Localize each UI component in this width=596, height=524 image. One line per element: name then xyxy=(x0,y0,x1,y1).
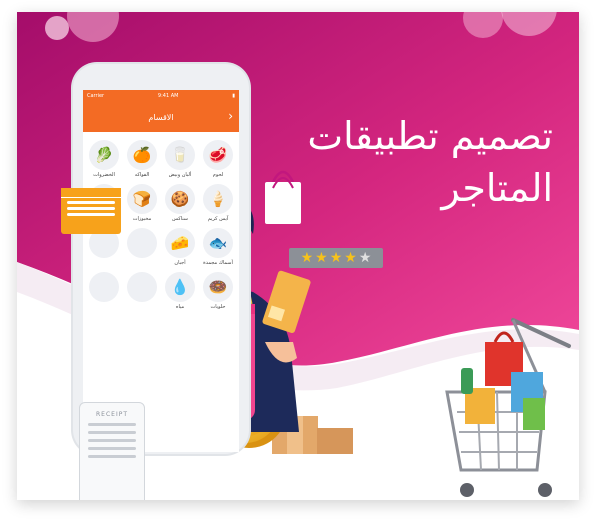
category-label: الفواكه xyxy=(134,172,150,178)
category-item[interactable]: 💧 مياه xyxy=(162,272,198,310)
category-item[interactable]: 🍦 آيس كريم xyxy=(200,184,236,222)
star-icon: ★ xyxy=(344,250,357,266)
category-label: لحوم xyxy=(212,172,224,178)
category-label: أسماك مجمدة xyxy=(203,260,233,266)
ad-card xyxy=(61,188,121,234)
category-item[interactable]: 🍪 سناكس xyxy=(162,184,198,222)
ice-cream-icon: 🍦 xyxy=(203,184,233,214)
category-label: مخبوزات xyxy=(132,216,152,222)
screen-title: الاقسام xyxy=(148,112,174,122)
carrier-label: Carrier xyxy=(87,93,105,99)
fish-icon: 🐟 xyxy=(203,228,233,258)
category-item[interactable]: 🐟 أسماك مجمدة xyxy=(200,228,236,266)
category-label: سناكس xyxy=(172,216,188,222)
fruits-icon: 🍊 xyxy=(127,140,157,170)
blank-icon xyxy=(89,272,119,302)
star-icon: ★ xyxy=(300,250,314,266)
category-item[interactable]: 🍩 حلويات xyxy=(200,272,236,310)
chevron-right-icon[interactable]: › xyxy=(228,109,233,123)
receipt-title: RECEIPT xyxy=(96,411,128,418)
headline-line-1: تصميم تطبيقات xyxy=(307,114,553,158)
meat-icon: 🥩 xyxy=(203,140,233,170)
vegetables-icon: 🥬 xyxy=(89,140,119,170)
headline: تصميم تطبيقات المتاجر xyxy=(253,110,553,214)
promo-card: $ xyxy=(17,12,579,500)
receipt-icon: RECEIPT xyxy=(79,402,145,500)
category-item[interactable]: 🥬 الخضروات xyxy=(86,140,122,178)
snacks-icon: 🍪 xyxy=(165,184,195,214)
phone-screen: Carrier 9:41 AM ▮ الاقسام › 🥩 لحوم 🥛 ألبان … xyxy=(83,90,239,452)
time-label: 9:41 AM xyxy=(157,93,179,99)
bubble xyxy=(45,16,69,40)
dairy-icon: 🥛 xyxy=(165,140,195,170)
category-item[interactable]: 🥩 لحوم xyxy=(200,140,236,178)
category-item[interactable]: 🍞 مخبوزات xyxy=(124,184,160,222)
bread-icon: 🍞 xyxy=(127,184,157,214)
rating-stars: ★ ★ ★ ★ ★ xyxy=(289,248,383,268)
category-label: الخضروات xyxy=(93,172,115,178)
category-item[interactable] xyxy=(124,272,160,310)
star-icon: ★ xyxy=(358,250,372,266)
category-item[interactable] xyxy=(86,272,122,310)
donut-icon: 🍩 xyxy=(203,272,233,302)
headline-line-2: المتاجر xyxy=(441,166,553,210)
app-bar: الاقسام › xyxy=(83,102,239,132)
blank-icon xyxy=(127,272,157,302)
category-label: حلويات xyxy=(210,304,226,310)
category-item[interactable]: 🧀 أجبان xyxy=(162,228,198,266)
blank-icon xyxy=(127,228,157,258)
phone-mockup: Carrier 9:41 AM ▮ الاقسام › 🥩 لحوم 🥛 ألبان … xyxy=(73,64,249,454)
category-item[interactable]: 🥛 ألبان وبيض xyxy=(162,140,198,178)
status-bar: Carrier 9:41 AM ▮ xyxy=(83,90,239,102)
star-icon: ★ xyxy=(329,250,343,266)
category-label: مياه xyxy=(175,304,185,310)
category-label: آيس كريم xyxy=(207,216,229,222)
category-label: ألبان وبيض xyxy=(168,172,192,178)
category-item[interactable]: 🍊 الفواكه xyxy=(124,140,160,178)
battery-icon: ▮ xyxy=(232,93,235,99)
category-label: أجبان xyxy=(174,260,186,266)
cheese-icon: 🧀 xyxy=(165,228,195,258)
category-item[interactable] xyxy=(124,228,160,266)
water-icon: 💧 xyxy=(165,272,195,302)
star-icon: ★ xyxy=(315,250,328,266)
